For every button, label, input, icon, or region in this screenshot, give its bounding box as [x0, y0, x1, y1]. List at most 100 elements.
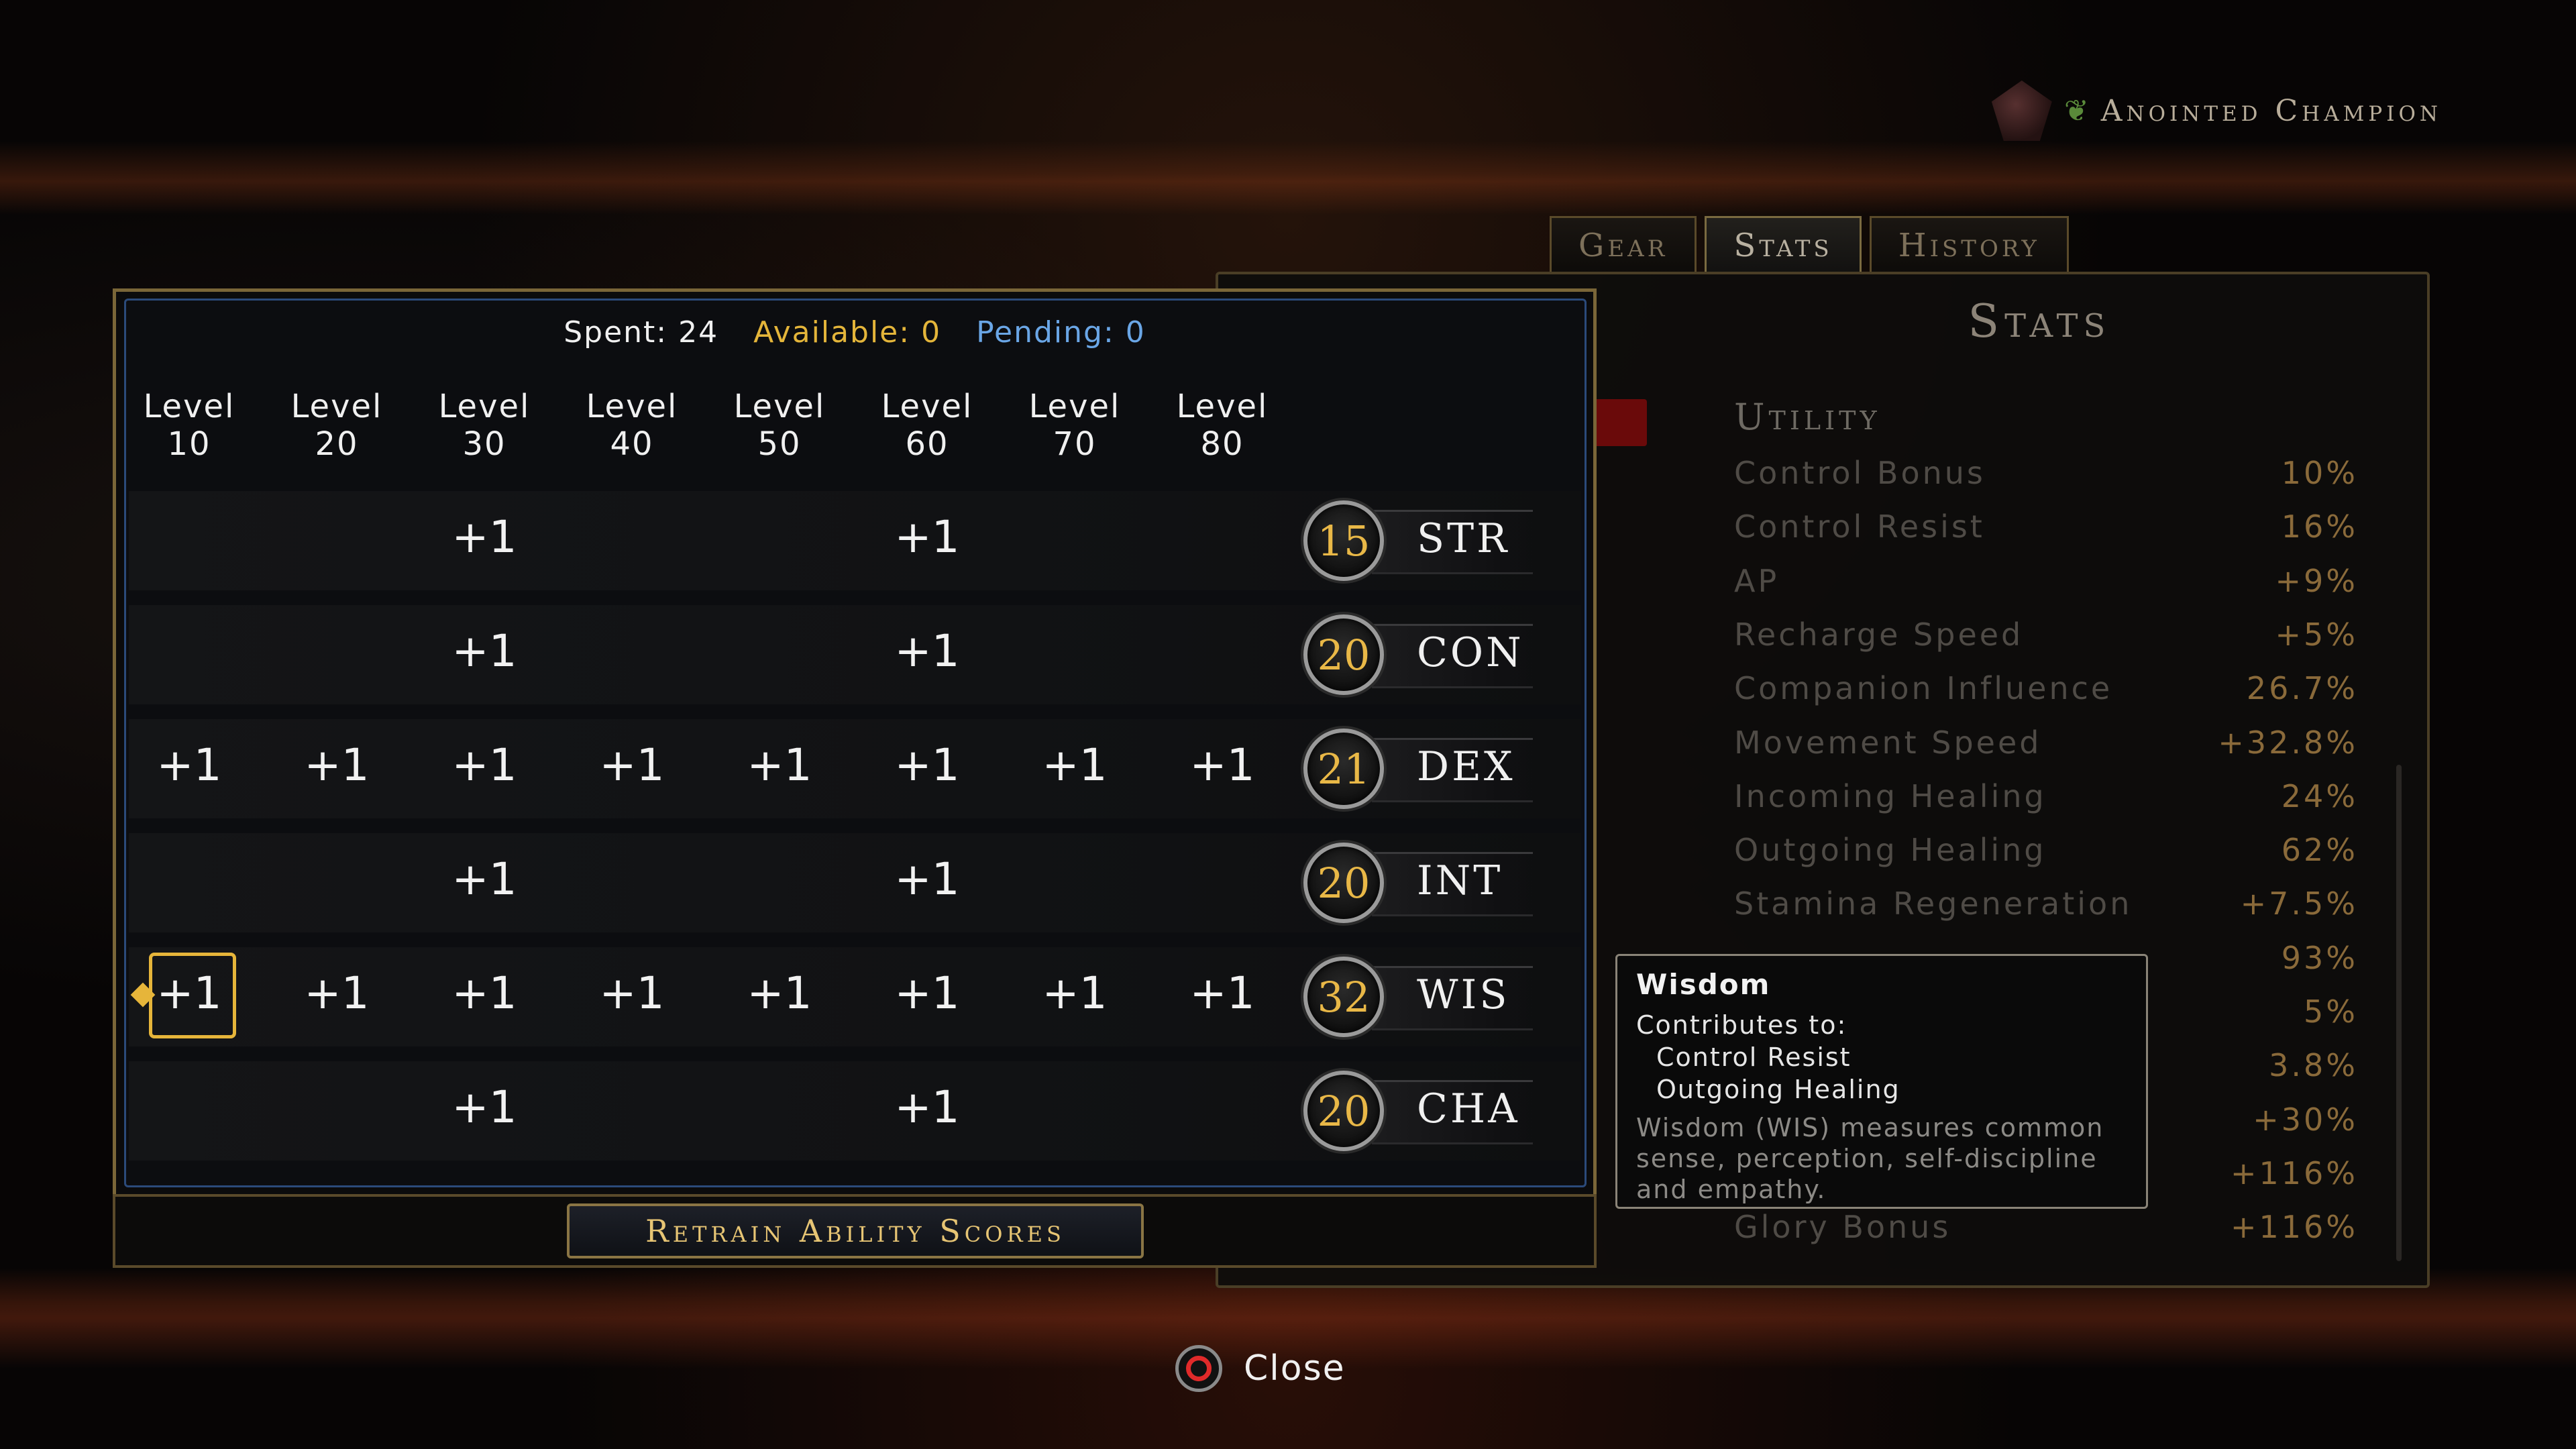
stat-row: Control Resist 16% — [1734, 500, 2358, 553]
stat-name: Stamina Regeneration — [1734, 885, 2133, 922]
ability-point-cell[interactable]: +1 — [417, 739, 551, 791]
stat-name: Movement Speed — [1734, 724, 2042, 761]
spent-label: Spent: 24 — [564, 315, 719, 350]
ability-point-cell[interactable]: +1 — [1155, 739, 1289, 791]
level-header-number: 70 — [1053, 425, 1097, 463]
character-title: ❦ Anointed Champion — [1991, 80, 2442, 141]
ability-point-cell[interactable]: +1 — [565, 967, 699, 1019]
tooltip-title: Wisdom — [1636, 968, 1771, 1001]
level-header: Level 30 — [417, 388, 551, 463]
tooltip-contributes-item: Outgoing Healing — [1656, 1075, 1900, 1104]
stat-value: 16% — [2281, 508, 2358, 545]
stat-name: Recharge Speed — [1734, 616, 2024, 653]
health-bar-fragment — [1593, 399, 1647, 446]
stat-value: 26.7% — [2246, 670, 2358, 707]
ability-point-cell[interactable]: +1 — [860, 625, 994, 677]
level-header-label: Level — [881, 388, 973, 425]
circle-button-icon — [1175, 1345, 1222, 1392]
utility-section-title: Utility — [1734, 396, 1881, 438]
ability-name: INT — [1417, 857, 1503, 904]
level-header-label: Level — [733, 388, 826, 425]
level-header: Level 70 — [1008, 388, 1142, 463]
level-header-label: Level — [438, 388, 531, 425]
ability-point-cell[interactable]: +1 — [270, 967, 404, 1019]
stat-name: AP — [1734, 562, 1780, 599]
stat-value: +5% — [2275, 616, 2358, 653]
stats-scrollbar[interactable] — [2396, 765, 2402, 1261]
ability-point-cell[interactable]: +1 — [712, 739, 847, 791]
level-header-label: Level — [143, 388, 235, 425]
stat-name: Incoming Healing — [1734, 777, 2047, 814]
stats-heading: Stats — [1968, 295, 2111, 348]
stat-name: Companion Influence — [1734, 670, 2113, 707]
level-header-label: Level — [586, 388, 678, 425]
ability-point-cell[interactable]: +1 — [417, 967, 551, 1019]
lava-crack-top — [0, 141, 2576, 215]
stat-value: 3.8% — [2269, 1047, 2358, 1084]
ability-point-cell[interactable]: +1 — [860, 967, 994, 1019]
stat-value: 5% — [2304, 994, 2358, 1030]
ability-name: DEX — [1417, 743, 1515, 790]
level-header-number: 80 — [1200, 425, 1244, 463]
ability-point-cell[interactable]: +1 — [860, 511, 994, 563]
wisdom-tooltip: Wisdom Contributes to: Control Resist Ou… — [1615, 954, 2148, 1209]
ability-name: CON — [1417, 629, 1524, 676]
ability-score-medal: 20 — [1303, 1071, 1384, 1151]
ability-point-cell[interactable]: +1 — [417, 625, 551, 677]
tab-history[interactable]: History — [1869, 216, 2069, 273]
ability-point-cell[interactable]: +1 — [1008, 967, 1142, 1019]
tooltip-contributes-item: Control Resist — [1656, 1042, 1851, 1072]
ability-score-medal: 32 — [1303, 957, 1384, 1037]
ability-score-medal: 21 — [1303, 729, 1384, 809]
stat-name: Control Resist — [1734, 508, 1985, 545]
level-header: Level 80 — [1155, 388, 1289, 463]
ability-score-medal: 20 — [1303, 843, 1384, 923]
level-header-number: 40 — [610, 425, 654, 463]
tab-stats[interactable]: Stats — [1705, 216, 1862, 273]
stat-value: +32.8% — [2218, 724, 2358, 761]
level-header: Level 20 — [270, 388, 404, 463]
stat-row: Recharge Speed +5% — [1734, 608, 2358, 661]
points-summary: Spent: 24 Available: 0 Pending: 0 — [0, 315, 1709, 350]
level-header-number: 50 — [757, 425, 802, 463]
ability-point-cell[interactable]: +1 — [565, 739, 699, 791]
ability-point-cell[interactable]: +1 — [1155, 967, 1289, 1019]
stat-row: Movement Speed +32.8% — [1734, 716, 2358, 769]
stat-value: 93% — [2281, 939, 2358, 976]
close-label: Close — [1244, 1348, 1346, 1389]
stat-value: +116% — [2230, 1209, 2358, 1246]
ability-score-medal: 15 — [1303, 500, 1384, 581]
ability-point-cell[interactable]: +1 — [270, 739, 404, 791]
level-header-label: Level — [290, 388, 383, 425]
stat-row: Control Bonus 10% — [1734, 446, 2358, 500]
ability-point-cell[interactable]: +1 — [122, 739, 256, 791]
ability-point-cell[interactable]: +1 — [417, 511, 551, 563]
guild-emblem-icon — [1991, 80, 2052, 141]
level-header-number: 20 — [315, 425, 359, 463]
tab-bar: Gear Stats History — [1550, 216, 2069, 273]
level-header-number: 30 — [462, 425, 506, 463]
stat-value: +30% — [2253, 1101, 2358, 1138]
tooltip-contributes-label: Contributes to: — [1636, 1010, 1847, 1040]
ability-point-cell[interactable]: +1 — [417, 853, 551, 905]
character-title-label: Anointed Champion — [2100, 93, 2442, 128]
level-header-number: 60 — [905, 425, 949, 463]
ability-name: STR — [1417, 515, 1510, 562]
ability-point-cell[interactable]: +1 — [1008, 739, 1142, 791]
close-button[interactable]: Close — [1175, 1345, 1346, 1392]
tab-gear[interactable]: Gear — [1550, 216, 1697, 273]
stat-value: +116% — [2230, 1155, 2358, 1191]
stat-name: Outgoing Healing — [1734, 832, 2047, 869]
stat-value: 62% — [2281, 832, 2358, 869]
ability-score-medal: 20 — [1303, 614, 1384, 695]
ability-point-cell[interactable]: +1 — [712, 967, 847, 1019]
ability-point-cell[interactable]: +1 — [860, 739, 994, 791]
retrain-ability-scores-button[interactable]: Retrain Ability Scores — [567, 1203, 1144, 1258]
tooltip-description: Wisdom (WIS) measures common sense, perc… — [1636, 1113, 2104, 1204]
stat-value: 24% — [2281, 777, 2358, 814]
level-header: Level 40 — [565, 388, 699, 463]
ability-point-cell[interactable]: +1 — [860, 1081, 994, 1133]
ability-point-cell[interactable]: +1 — [860, 853, 994, 905]
stat-value: 10% — [2281, 455, 2358, 491]
ability-point-cell[interactable]: +1 — [417, 1081, 551, 1133]
